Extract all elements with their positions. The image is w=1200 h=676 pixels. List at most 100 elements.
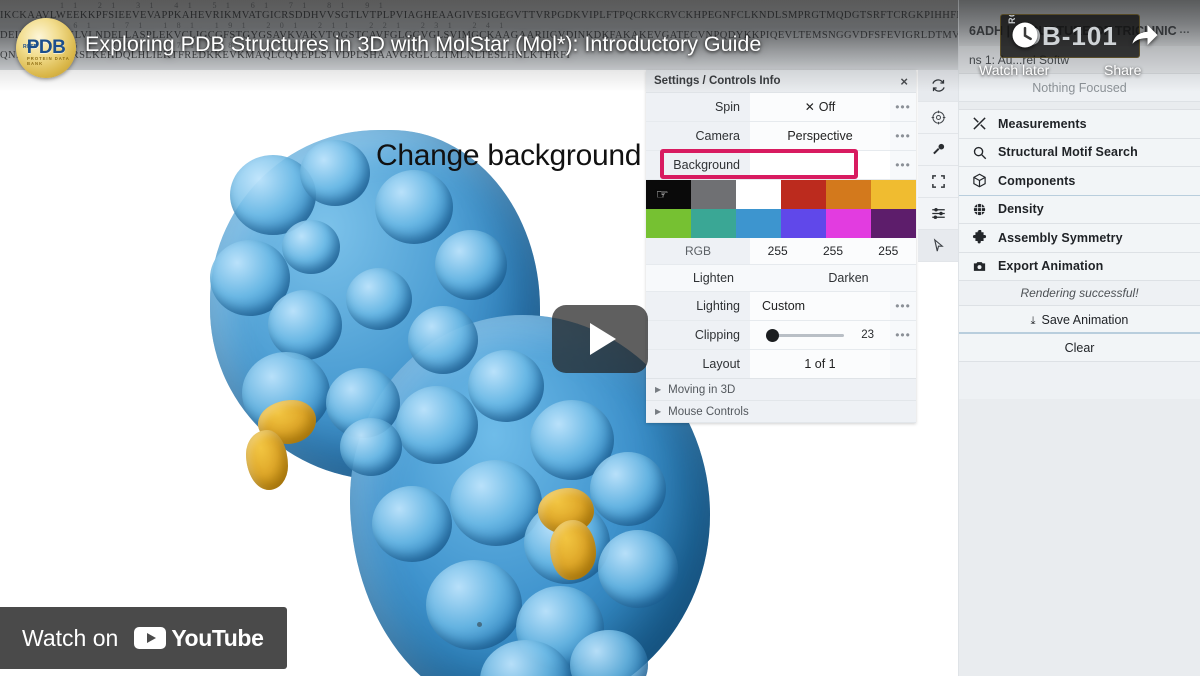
reset-camera-icon[interactable] bbox=[918, 70, 958, 102]
rgb-value-r[interactable]: 255 bbox=[750, 244, 805, 258]
sidebar-item-measurements[interactable]: Measurements bbox=[959, 110, 1200, 139]
save-animation-label: Save Animation bbox=[1041, 313, 1129, 327]
settings-controls-panel[interactable]: Settings / Controls Info × Spin ✕ Off •••… bbox=[646, 70, 916, 423]
screenshot-key-icon[interactable] bbox=[918, 134, 958, 166]
lighting-value[interactable]: Custom bbox=[750, 292, 890, 320]
camera-more-options[interactable]: ••• bbox=[890, 129, 916, 143]
sidebar-item-export-animation[interactable]: Export Animation bbox=[959, 252, 1200, 281]
layout-value[interactable]: 1 of 1 bbox=[750, 350, 890, 378]
ruler-cross-icon bbox=[971, 116, 988, 131]
lighten-darken-row[interactable]: Lighten Darken bbox=[646, 265, 916, 292]
swatch-white[interactable] bbox=[736, 180, 781, 209]
rgb-row[interactable]: RGB 255 255 255 bbox=[646, 238, 916, 265]
play-button[interactable] bbox=[552, 305, 648, 373]
watch-later-icon[interactable] bbox=[1004, 14, 1046, 56]
viewport-dot-marker bbox=[477, 622, 482, 627]
settings-sliders-icon[interactable] bbox=[918, 198, 958, 230]
youtube-wordmark: YouTube bbox=[171, 624, 264, 651]
fullscreen-icon[interactable] bbox=[918, 166, 958, 198]
sidebar-item-components[interactable]: Components bbox=[959, 167, 1200, 196]
share-icon[interactable] bbox=[1124, 14, 1166, 56]
play-triangle-icon bbox=[590, 323, 616, 355]
sidebar-item-export-animation-label: Export Animation bbox=[998, 259, 1104, 274]
viewport-left-edge bbox=[0, 70, 6, 676]
background-more-options[interactable]: ••• bbox=[890, 158, 916, 172]
background-color-swatches-row-2[interactable] bbox=[646, 209, 916, 238]
youtube-logo: YouTube bbox=[134, 624, 264, 652]
clipping-slider-track[interactable] bbox=[766, 328, 844, 342]
clipping-slider[interactable]: 23 bbox=[750, 321, 890, 349]
save-animation-button[interactable]: ⤓ Save Animation bbox=[959, 306, 1200, 334]
camera-icon bbox=[971, 259, 988, 274]
swatch-teal[interactable] bbox=[691, 209, 736, 238]
chevron-right-icon: ▶ bbox=[655, 407, 662, 416]
sidebar-divider bbox=[959, 102, 1200, 110]
lighting-more-options[interactable]: ••• bbox=[890, 299, 916, 313]
youtube-play-icon bbox=[134, 627, 167, 649]
clipping-slider-knob[interactable] bbox=[766, 328, 779, 342]
structure-title-ellipsis: … bbox=[1179, 24, 1190, 36]
settings-row-spin[interactable]: Spin ✕ Off ••• bbox=[646, 93, 916, 122]
puzzle-piece-icon bbox=[971, 230, 988, 245]
swatch-yellow[interactable] bbox=[871, 180, 916, 209]
swatch-gray[interactable] bbox=[691, 180, 736, 209]
camera-value[interactable]: Perspective bbox=[750, 122, 890, 150]
clipping-more-options[interactable]: ••• bbox=[890, 328, 916, 342]
share-label[interactable]: Share bbox=[1104, 62, 1141, 78]
watch-on-youtube-button[interactable]: Watch on YouTube bbox=[0, 607, 288, 669]
settings-row-lighting[interactable]: Lighting Custom ••• bbox=[646, 292, 916, 321]
background-label: Background bbox=[646, 151, 750, 179]
watch-on-label: Watch on bbox=[22, 624, 119, 651]
ligand-lower-2 bbox=[550, 520, 596, 580]
background-value[interactable] bbox=[750, 151, 890, 179]
swatch-magenta[interactable] bbox=[826, 209, 871, 238]
sidebar-item-structural-motif-search[interactable]: Structural Motif Search bbox=[959, 138, 1200, 167]
lighten-button[interactable]: Lighten bbox=[646, 265, 781, 291]
darken-button[interactable]: Darken bbox=[781, 265, 916, 291]
background-color-swatches-row-1[interactable]: ☞ bbox=[646, 180, 916, 209]
molstar-right-sidebar: 6ADH | STRUCTURE OF TRICLINIC … ns 1: Au… bbox=[958, 0, 1200, 676]
swatch-blue[interactable] bbox=[736, 209, 781, 238]
accordion-moving-in-3d-label: Moving in 3D bbox=[668, 383, 736, 396]
accordion-mouse-controls[interactable]: ▶ Mouse Controls bbox=[646, 401, 916, 423]
sidebar-item-assembly-symmetry[interactable]: Assembly Symmetry bbox=[959, 224, 1200, 253]
spin-value[interactable]: ✕ Off bbox=[750, 93, 890, 121]
swatch-violet[interactable] bbox=[781, 209, 826, 238]
swatch-green[interactable] bbox=[646, 209, 691, 238]
rgb-value-b[interactable]: 255 bbox=[861, 244, 916, 258]
rgb-value-g[interactable]: 255 bbox=[805, 244, 860, 258]
cube-icon bbox=[971, 173, 988, 188]
close-icon[interactable]: × bbox=[900, 74, 908, 89]
settings-panel-header: Settings / Controls Info × bbox=[646, 70, 916, 93]
x-mark-icon: ✕ bbox=[804, 100, 815, 114]
annotation-change-background: Change background bbox=[376, 139, 642, 172]
settings-row-layout[interactable]: Layout 1 of 1 bbox=[646, 350, 916, 379]
layout-label: Layout bbox=[646, 350, 750, 378]
settings-row-clipping[interactable]: Clipping 23 ••• bbox=[646, 321, 916, 350]
mouse-cursor-icon: ☞ bbox=[656, 186, 669, 202]
swatch-orange[interactable] bbox=[826, 180, 871, 209]
focus-status: Nothing Focused bbox=[959, 74, 1200, 102]
swatch-black[interactable]: ☞ bbox=[646, 180, 691, 209]
sidebar-item-density[interactable]: Density bbox=[959, 195, 1200, 224]
rcsb-pdb-logo[interactable]: PDB RCSB PROTEIN DATA BANK bbox=[16, 18, 76, 78]
pdb-logo-subtitle: PROTEIN DATA BANK bbox=[27, 56, 70, 66]
selection-cursor-icon[interactable] bbox=[918, 230, 958, 262]
sphere-grid-icon bbox=[971, 202, 988, 217]
watch-later-label[interactable]: Watch later bbox=[979, 62, 1049, 78]
lighting-label: Lighting bbox=[646, 292, 750, 320]
download-icon: ⤓ bbox=[1030, 315, 1036, 327]
focus-target-icon[interactable] bbox=[918, 102, 958, 134]
spin-more-options[interactable]: ••• bbox=[890, 100, 916, 114]
settings-row-camera[interactable]: Camera Perspective ••• bbox=[646, 122, 916, 151]
video-title[interactable]: Exploring PDB Structures in 3D with MolS… bbox=[85, 32, 761, 57]
sidebar-item-measurements-label: Measurements bbox=[998, 116, 1087, 131]
render-status: Rendering successful! bbox=[959, 281, 1200, 306]
pdb-logo-rcsb: RCSB bbox=[23, 44, 38, 50]
swatch-red[interactable] bbox=[781, 180, 826, 209]
settings-row-background[interactable]: Background ••• bbox=[646, 149, 916, 180]
swatch-purple[interactable] bbox=[871, 209, 916, 238]
viewport-icon-toolbar[interactable] bbox=[918, 70, 958, 262]
clear-button[interactable]: Clear bbox=[959, 334, 1200, 362]
accordion-moving-in-3d[interactable]: ▶ Moving in 3D bbox=[646, 379, 916, 401]
